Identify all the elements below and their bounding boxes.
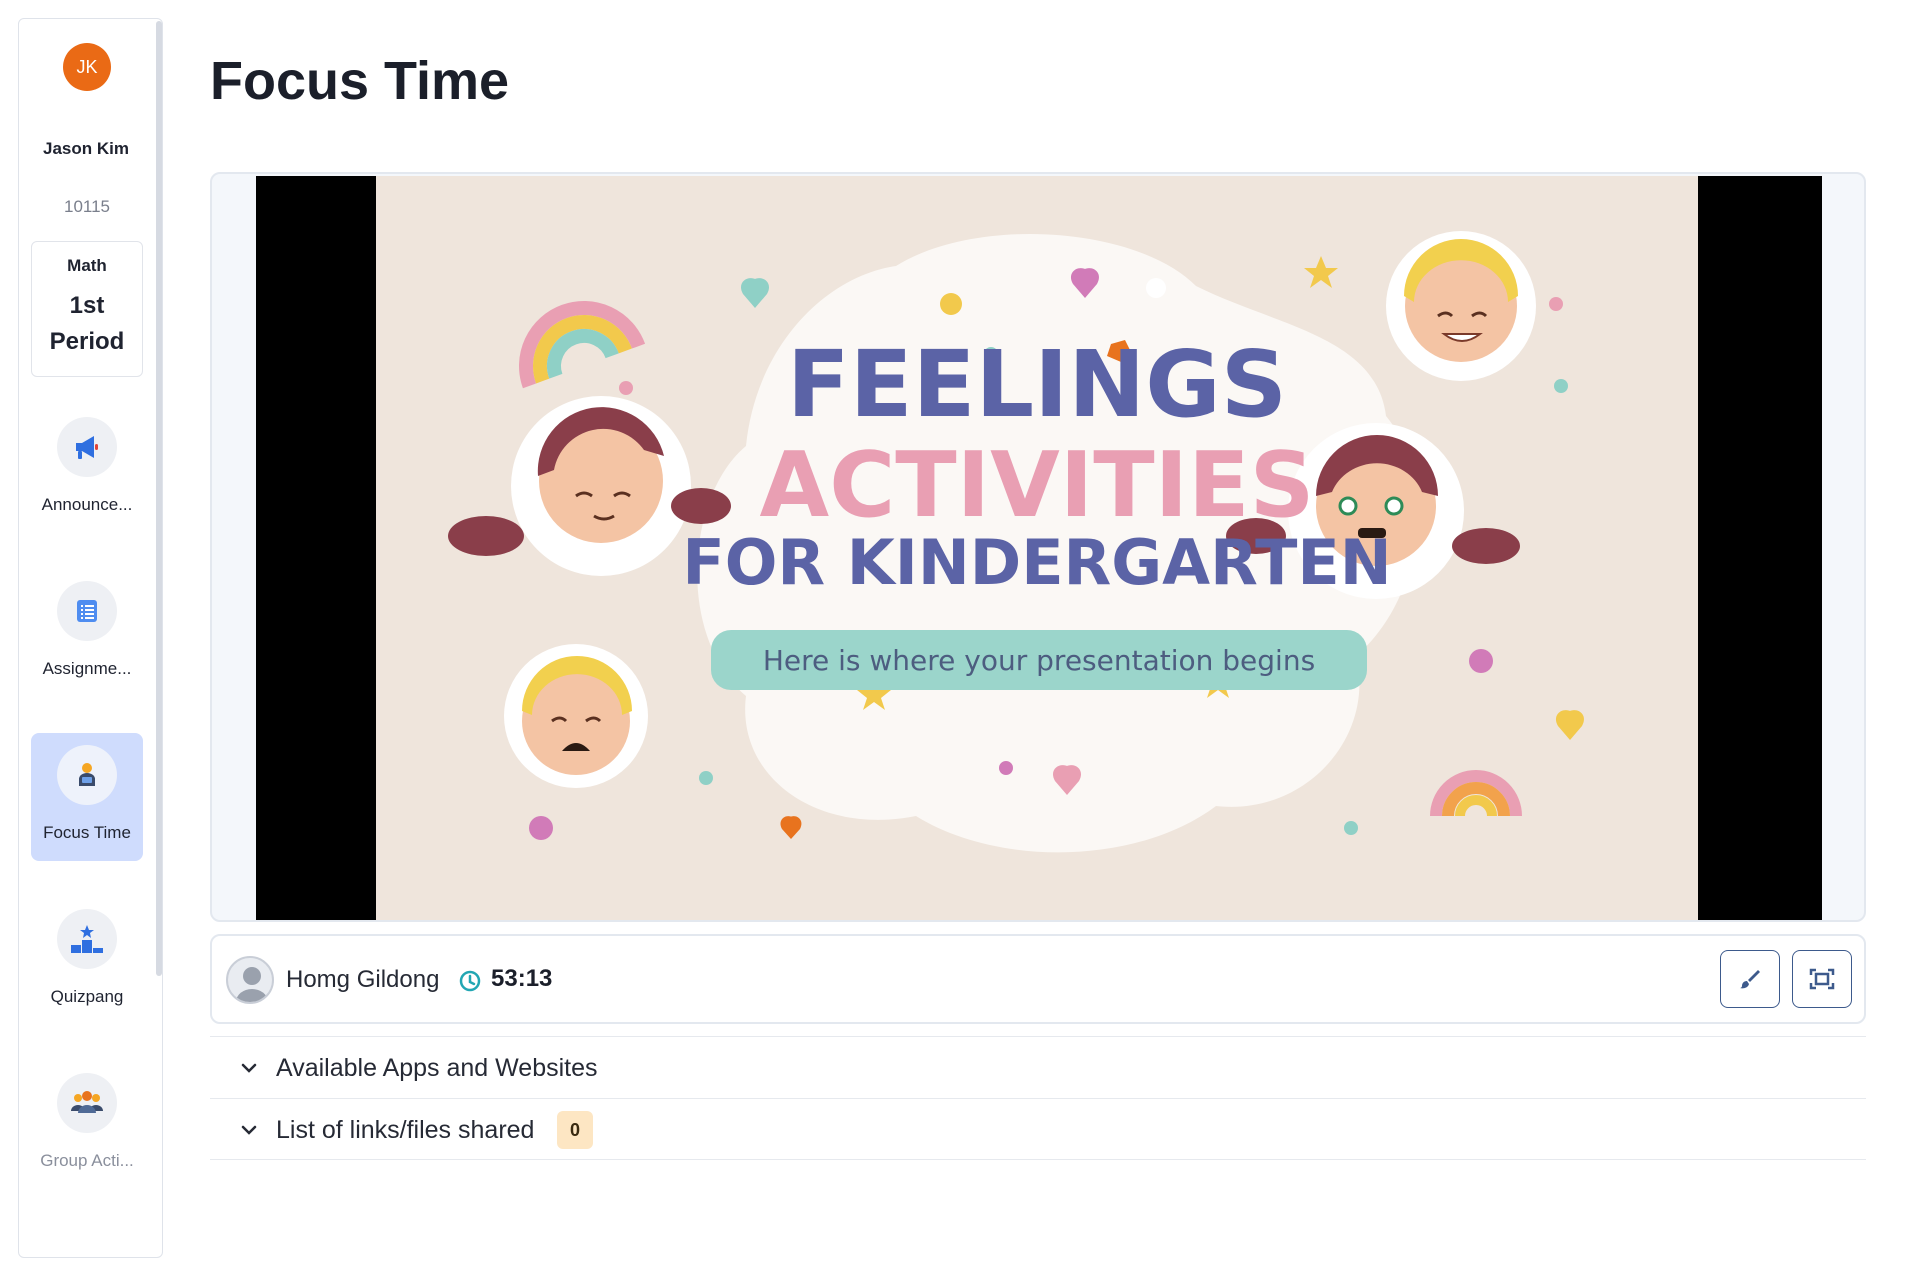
sidebar-item-group-activity[interactable]: Group Acti... <box>31 1061 143 1189</box>
user-name: Jason Kim <box>43 139 129 158</box>
sidebar-item-label: Quizpang <box>50 987 124 1006</box>
kid-face-illustration <box>1386 231 1536 381</box>
sidebar-item-announcements[interactable]: Announce... <box>31 405 143 533</box>
sidebar-item-label: Focus Time <box>43 823 131 842</box>
class-period: 1st Period <box>32 288 142 360</box>
kid-face-illustration <box>504 644 648 788</box>
shared-links-section[interactable]: List of links/files shared 0 <box>210 1098 1866 1160</box>
focus-person-icon <box>57 745 117 805</box>
slide-title-line3: FOR KINDERGARTEN <box>682 526 1391 599</box>
slide-title-line2: ACTIVITIES <box>760 433 1315 538</box>
screen-share-viewer[interactable]: FEELINGS ACTIVITIES FOR KINDERGARTEN Her… <box>210 172 1866 922</box>
page: JK Jason Kim 10115 Math 1st Period Annou… <box>0 0 1917 1273</box>
draw-button[interactable] <box>1720 950 1780 1008</box>
presenter-avatar <box>226 956 274 1004</box>
chevron-down-icon <box>241 1063 257 1073</box>
user-avatar[interactable]: JK <box>63 43 111 91</box>
sidebar-scrollbar[interactable] <box>156 21 162 976</box>
presenter-name: Homg Gildong <box>286 966 440 993</box>
sidebar-item-label: Assignme... <box>42 659 132 678</box>
presentation-slide: FEELINGS ACTIVITIES FOR KINDERGARTEN Her… <box>376 176 1698 920</box>
class-subject: Math <box>67 256 107 275</box>
class-period-line1: 1st <box>69 292 105 319</box>
class-period-line2: Period <box>49 328 125 355</box>
shared-links-label: List of links/files shared <box>276 1116 535 1144</box>
brush-icon <box>1740 970 1760 989</box>
megaphone-icon <box>57 417 117 477</box>
sidebar-item-quizpang[interactable]: Quizpang <box>31 897 143 1025</box>
group-icon <box>57 1073 117 1133</box>
slide-title-line1: FEELINGS <box>787 331 1287 438</box>
user-id: 10115 <box>63 197 110 216</box>
sidebar-item-focus-time[interactable]: Focus Time <box>31 733 143 861</box>
chevron-down-icon <box>241 1125 257 1135</box>
slide-subtitle: Here is where your presentation begins <box>763 644 1315 677</box>
podium-icon <box>57 909 117 969</box>
shared-count-badge: 0 <box>557 1111 593 1149</box>
clock-icon <box>459 970 481 992</box>
fullscreen-icon <box>1809 968 1835 990</box>
available-apps-label: Available Apps and Websites <box>276 1054 598 1082</box>
class-card[interactable]: Math 1st Period <box>31 241 143 377</box>
fullscreen-button[interactable] <box>1792 950 1852 1008</box>
page-title: Focus Time <box>210 51 510 111</box>
presenter-bar: Homg Gildong 53:13 <box>210 934 1866 1024</box>
sidebar-item-label: Group Acti... <box>40 1151 134 1170</box>
focus-timer: 53:13 <box>491 965 553 992</box>
sidebar-item-assignments[interactable]: Assignme... <box>31 569 143 697</box>
list-icon <box>57 581 117 641</box>
available-apps-section[interactable]: Available Apps and Websites <box>210 1036 1866 1098</box>
sidebar: JK Jason Kim 10115 Math 1st Period Annou… <box>18 18 163 1258</box>
sidebar-item-label: Announce... <box>41 495 133 514</box>
